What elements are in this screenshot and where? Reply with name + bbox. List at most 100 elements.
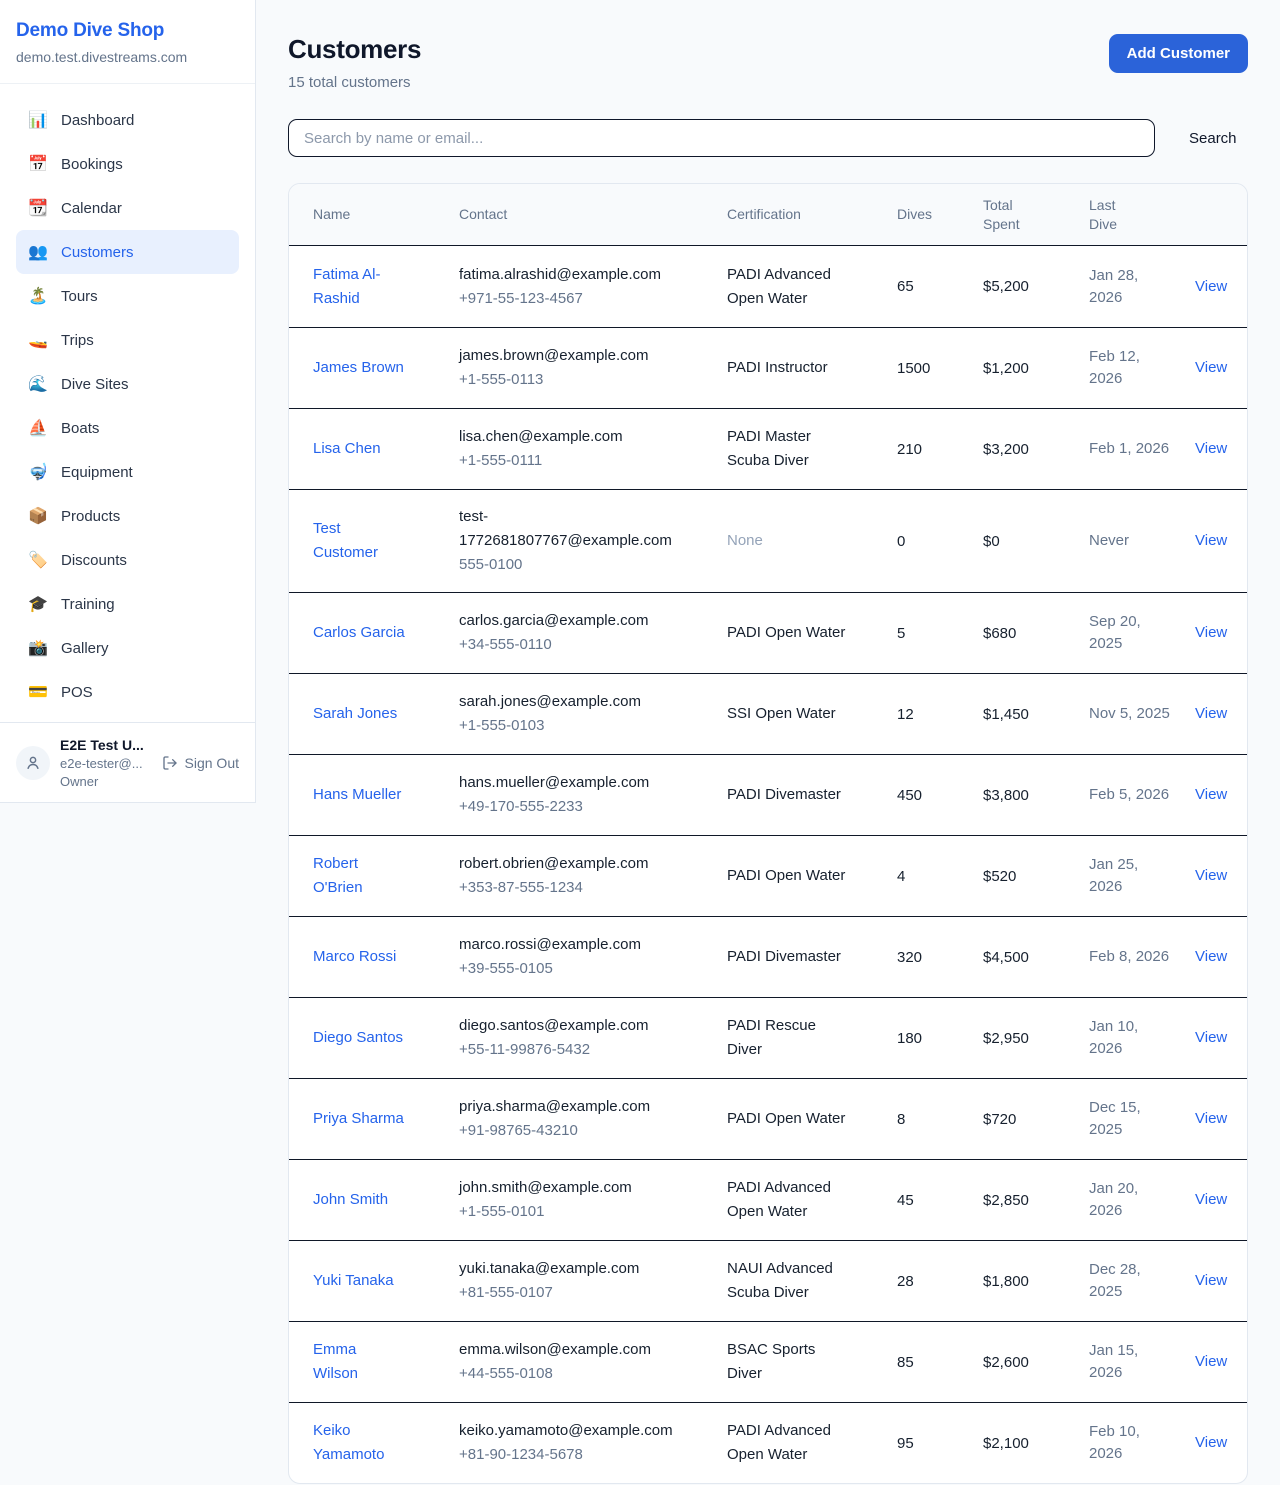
customer-name-link[interactable]: Fatima Al-Rashid	[313, 263, 405, 311]
customer-phone: +353-87-555-1234	[459, 876, 703, 900]
customer-name-link[interactable]: James Brown	[313, 356, 404, 380]
customer-name-link[interactable]: Emma Wilson	[313, 1338, 405, 1386]
page-header: Customers 15 total customers Add Custome…	[288, 34, 1248, 91]
sidebar-item-pos[interactable]: 💳 POS	[16, 670, 239, 714]
sidebar-user-panel: E2E Test U... e2e-tester@... Owner Sign …	[0, 722, 255, 803]
customer-row: Emma Wilson emma.wilson@example.com +44-…	[289, 1321, 1247, 1402]
customer-name-link[interactable]: Sarah Jones	[313, 702, 397, 726]
sidebar-item-dive-sites[interactable]: 🌊 Dive Sites	[16, 362, 239, 406]
nav-item-label: Dashboard	[61, 112, 134, 129]
customer-row: Carlos Garcia carlos.garcia@example.com …	[289, 592, 1247, 673]
customer-total-spent: $1,450	[983, 706, 1065, 723]
view-link[interactable]: View	[1195, 948, 1227, 965]
customer-row: Test Customer test-1772681807767@example…	[289, 489, 1247, 592]
search-input[interactable]	[288, 119, 1155, 157]
customer-total-spent: $2,950	[983, 1030, 1065, 1047]
view-link[interactable]: View	[1195, 1191, 1227, 1208]
view-link[interactable]: View	[1195, 1110, 1227, 1127]
table-body: Fatima Al-Rashid fatima.alrashid@example…	[289, 246, 1247, 1483]
customer-email: keiko.yamamoto@example.com	[459, 1419, 691, 1443]
customer-certification: PADI Advanced Open Water	[727, 263, 851, 311]
sidebar-item-training[interactable]: 🎓 Training	[16, 582, 239, 626]
customer-name-link[interactable]: Robert O'Brien	[313, 852, 405, 900]
view-link[interactable]: View	[1195, 1029, 1227, 1046]
customer-certification: PADI Divemaster	[727, 783, 851, 807]
customer-dives: 0	[897, 533, 959, 550]
nav-item-icon: 📦	[28, 506, 48, 526]
view-link[interactable]: View	[1195, 532, 1227, 549]
customer-phone: +39-555-0105	[459, 957, 703, 981]
view-link[interactable]: View	[1195, 278, 1227, 295]
column-header-dives: Dives	[897, 205, 959, 224]
page-title: Customers	[288, 34, 421, 65]
search-button[interactable]: Search	[1183, 129, 1243, 148]
view-link[interactable]: View	[1195, 440, 1227, 457]
sidebar-item-discounts[interactable]: 🏷️ Discounts	[16, 538, 239, 582]
customer-total-spent: $2,850	[983, 1192, 1065, 1209]
sidebar-item-gallery[interactable]: 📸 Gallery	[16, 626, 239, 670]
customer-name-link[interactable]: Marco Rossi	[313, 945, 396, 969]
customer-last-dive: Dec 15, 2025	[1089, 1097, 1171, 1141]
customer-name-link[interactable]: Yuki Tanaka	[313, 1269, 394, 1293]
nav-item-label: Bookings	[61, 156, 123, 173]
sidebar-nav: 📊 Dashboard 📅 Bookings 📆 Calendar 👥 Cust…	[0, 84, 255, 722]
customer-name-link[interactable]: Keiko Yamamoto	[313, 1419, 405, 1467]
customer-certification: PADI Divemaster	[727, 945, 851, 969]
customer-email: carlos.garcia@example.com	[459, 609, 691, 633]
table-header-row: Name Contact Certification Dives Total S…	[289, 184, 1247, 246]
customer-last-dive: Sep 20, 2025	[1089, 611, 1171, 655]
view-link[interactable]: View	[1195, 624, 1227, 641]
customer-name-link[interactable]: John Smith	[313, 1188, 388, 1212]
customer-phone: +55-11-99876-5432	[459, 1038, 703, 1062]
customer-dives: 45	[897, 1192, 959, 1209]
view-link[interactable]: View	[1195, 359, 1227, 376]
sidebar-item-boats[interactable]: ⛵ Boats	[16, 406, 239, 450]
customer-name-link[interactable]: Carlos Garcia	[313, 621, 405, 645]
add-customer-button[interactable]: Add Customer	[1109, 34, 1248, 73]
view-link[interactable]: View	[1195, 867, 1227, 884]
sidebar-item-dashboard[interactable]: 📊 Dashboard	[16, 98, 239, 142]
customer-total-spent: $3,200	[983, 441, 1065, 458]
customer-count: 15 total customers	[288, 74, 421, 91]
nav-item-icon: 👥	[28, 242, 48, 262]
view-link[interactable]: View	[1195, 1272, 1227, 1289]
customer-contact: sarah.jones@example.com +1-555-0103	[459, 690, 703, 738]
view-link[interactable]: View	[1195, 786, 1227, 803]
view-link[interactable]: View	[1195, 1353, 1227, 1370]
customer-contact: emma.wilson@example.com +44-555-0108	[459, 1338, 703, 1386]
view-link[interactable]: View	[1195, 1434, 1227, 1451]
customer-contact: fatima.alrashid@example.com +971-55-123-…	[459, 263, 703, 311]
customer-total-spent: $5,200	[983, 278, 1065, 295]
customer-dives: 65	[897, 278, 959, 295]
sidebar-item-bookings[interactable]: 📅 Bookings	[16, 142, 239, 186]
customer-dives: 85	[897, 1354, 959, 1371]
customer-contact: keiko.yamamoto@example.com +81-90-1234-5…	[459, 1419, 703, 1467]
user-info: E2E Test U... e2e-tester@... Owner	[60, 737, 152, 789]
nav-item-label: Boats	[61, 420, 99, 437]
nav-item-label: Trips	[61, 332, 94, 349]
customer-email: diego.santos@example.com	[459, 1014, 691, 1038]
sidebar-item-products[interactable]: 📦 Products	[16, 494, 239, 538]
nav-item-icon: 📅	[28, 154, 48, 174]
column-header-name: Name	[313, 205, 435, 224]
customer-certification: None	[727, 529, 851, 553]
customer-name-link[interactable]: Lisa Chen	[313, 437, 381, 461]
sidebar-item-trips[interactable]: 🚤 Trips	[16, 318, 239, 362]
sidebar-item-customers[interactable]: 👥 Customers	[16, 230, 239, 274]
customer-name-link[interactable]: Test Customer	[313, 517, 405, 565]
sidebar-item-equipment[interactable]: 🤿 Equipment	[16, 450, 239, 494]
sidebar-item-calendar[interactable]: 📆 Calendar	[16, 186, 239, 230]
nav-item-label: Tours	[61, 288, 98, 305]
customer-certification: PADI Open Water	[727, 1107, 851, 1131]
view-link[interactable]: View	[1195, 705, 1227, 722]
sidebar-item-tours[interactable]: 🏝️ Tours	[16, 274, 239, 318]
customer-phone: +971-55-123-4567	[459, 287, 703, 311]
customer-last-dive: Nov 5, 2025	[1089, 703, 1171, 725]
customer-row: Hans Mueller hans.mueller@example.com +4…	[289, 754, 1247, 835]
customer-name-link[interactable]: Priya Sharma	[313, 1107, 404, 1131]
customer-contact: hans.mueller@example.com +49-170-555-223…	[459, 771, 703, 819]
customer-name-link[interactable]: Hans Mueller	[313, 783, 401, 807]
sign-out-button[interactable]: Sign Out	[162, 755, 239, 771]
nav-item-icon: 🌊	[28, 374, 48, 394]
customer-name-link[interactable]: Diego Santos	[313, 1026, 403, 1050]
